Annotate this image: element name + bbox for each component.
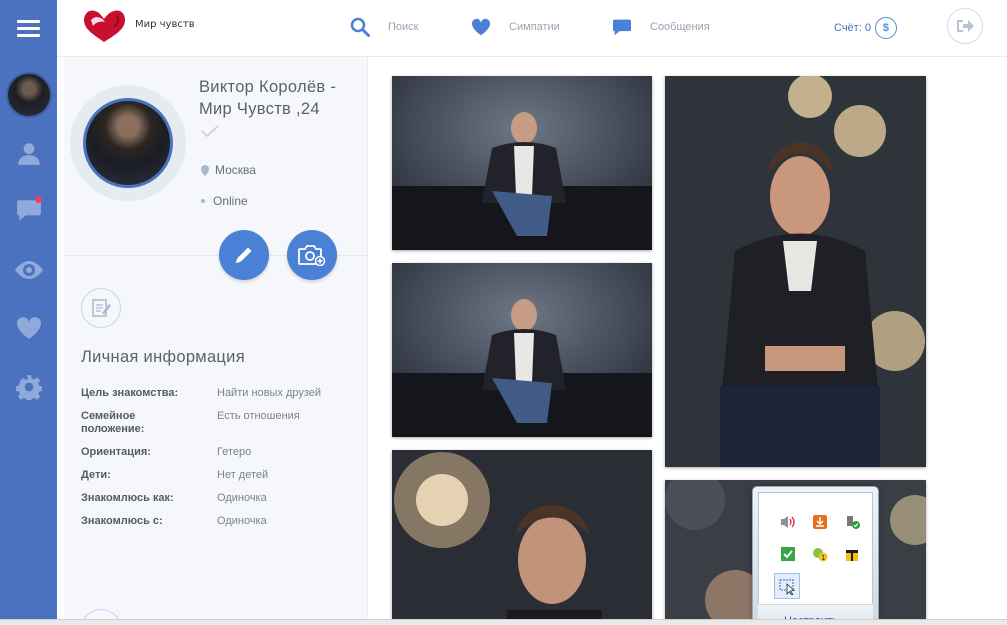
balance[interactable]: Счёт: 0 $ bbox=[834, 17, 897, 39]
gallery-photo[interactable] bbox=[392, 263, 652, 437]
nav-messages-label: Сообщения bbox=[650, 21, 710, 33]
profile-avatar-frame bbox=[70, 85, 186, 201]
sidebar-avatar[interactable] bbox=[6, 72, 52, 118]
logout-button[interactable] bbox=[947, 8, 983, 44]
info-key: Ориентация: bbox=[81, 446, 151, 458]
personal-info-title: Личная информация bbox=[81, 348, 245, 366]
camera-add-icon bbox=[298, 245, 326, 266]
info-row: Семейное положение: Есть отношения bbox=[81, 410, 361, 436]
profile-avatar[interactable] bbox=[83, 98, 173, 188]
pencil-icon bbox=[236, 247, 252, 263]
logout-icon bbox=[957, 20, 974, 32]
info-key: Знакомлюсь как: bbox=[81, 492, 174, 504]
usb-safe-remove-icon[interactable] bbox=[843, 513, 861, 531]
nav-sympathies-label: Симпатии bbox=[509, 21, 560, 33]
sidebar-item-messages[interactable] bbox=[0, 190, 57, 230]
eye-icon bbox=[14, 261, 43, 279]
screen-capture-icon[interactable] bbox=[774, 573, 800, 599]
info-row: Цель знакомства: Найти новых друзей bbox=[81, 387, 361, 400]
tray-icons-area: 1 bbox=[758, 492, 873, 604]
info-key: Семейное положение: bbox=[81, 410, 145, 435]
network-icon[interactable]: 1 bbox=[811, 545, 829, 563]
info-row: Знакомлюсь с: Одиночка bbox=[81, 515, 361, 528]
gift-icon[interactable] bbox=[843, 545, 861, 563]
messages-icon bbox=[613, 19, 631, 36]
location-pin-icon bbox=[201, 164, 209, 176]
svg-text:1: 1 bbox=[821, 554, 825, 562]
profile-name: Виктор Королёв - Мир Чувств ,24 bbox=[199, 78, 337, 118]
balance-label: Счёт: 0 bbox=[834, 22, 871, 34]
left-sidebar bbox=[0, 0, 57, 625]
gallery-photo[interactable] bbox=[665, 76, 926, 467]
nav-search[interactable]: Поиск bbox=[350, 15, 418, 39]
profile-status: Online bbox=[201, 194, 248, 208]
profile-city: Москва bbox=[201, 163, 256, 177]
info-value: Нет детей bbox=[217, 469, 269, 481]
info-key: Цель знакомства: bbox=[81, 387, 179, 399]
profile-status-label: Online bbox=[213, 194, 248, 208]
menu-button[interactable] bbox=[0, 0, 57, 57]
info-value: Одиночка bbox=[217, 515, 267, 527]
info-value: Одиночка bbox=[217, 492, 267, 504]
taskbar-edge bbox=[0, 619, 1007, 625]
system-tray-popup: 1 Настроить... bbox=[752, 486, 879, 625]
search-icon bbox=[350, 17, 370, 37]
logo-icon[interactable] bbox=[81, 8, 127, 44]
app-window: Мир чувств Поиск Симпатии Сообщения Счёт… bbox=[0, 0, 1007, 625]
user-icon bbox=[17, 143, 40, 165]
hamburger-icon bbox=[17, 20, 40, 37]
heart-icon bbox=[16, 317, 41, 339]
nav-search-label: Поиск bbox=[388, 21, 419, 33]
profile-city-label: Москва bbox=[215, 163, 256, 177]
info-key: Знакомлюсь с: bbox=[81, 515, 163, 527]
checkmark-icon[interactable] bbox=[779, 545, 797, 563]
edit-profile-button[interactable] bbox=[219, 230, 269, 280]
sidebar-item-guests[interactable] bbox=[0, 250, 57, 290]
info-row: Ориентация: Гетеро bbox=[81, 446, 361, 459]
nav-sympathies[interactable]: Симпатии bbox=[471, 15, 560, 39]
speaker-icon[interactable] bbox=[779, 513, 797, 531]
info-row: Знакомлюсь как: Одиночка bbox=[81, 492, 361, 505]
personal-info-table: Цель знакомства: Найти новых друзей Семе… bbox=[81, 387, 361, 538]
heart-icon bbox=[471, 18, 491, 36]
status-dot-icon bbox=[201, 199, 205, 203]
profile-panel: Виктор Королёв - Мир Чувств ,24 Москва O… bbox=[64, 57, 368, 625]
document-icon bbox=[81, 288, 121, 328]
sidebar-item-profile[interactable] bbox=[0, 133, 57, 173]
info-value: Гетеро bbox=[217, 446, 252, 458]
info-row: Дети: Нет детей bbox=[81, 469, 361, 482]
unread-badge bbox=[35, 196, 42, 203]
logo-text[interactable]: Мир чувств bbox=[135, 19, 195, 30]
coin-icon: $ bbox=[874, 17, 897, 39]
nav-messages[interactable]: Сообщения bbox=[612, 15, 710, 39]
info-value: Есть отношения bbox=[217, 410, 300, 422]
add-photo-button[interactable] bbox=[287, 230, 337, 280]
sidebar-item-settings[interactable] bbox=[0, 367, 57, 407]
info-key: Дети: bbox=[81, 469, 111, 481]
verified-check-icon bbox=[201, 125, 219, 137]
info-value: Найти новых друзей bbox=[217, 387, 322, 399]
top-bar: Мир чувств Поиск Симпатии Сообщения Счёт… bbox=[57, 0, 1007, 57]
update-icon[interactable] bbox=[811, 513, 829, 531]
sidebar-item-likes[interactable] bbox=[0, 308, 57, 348]
gallery-photo[interactable] bbox=[392, 450, 652, 625]
gear-icon bbox=[15, 375, 42, 400]
gallery-photo[interactable] bbox=[392, 76, 652, 250]
